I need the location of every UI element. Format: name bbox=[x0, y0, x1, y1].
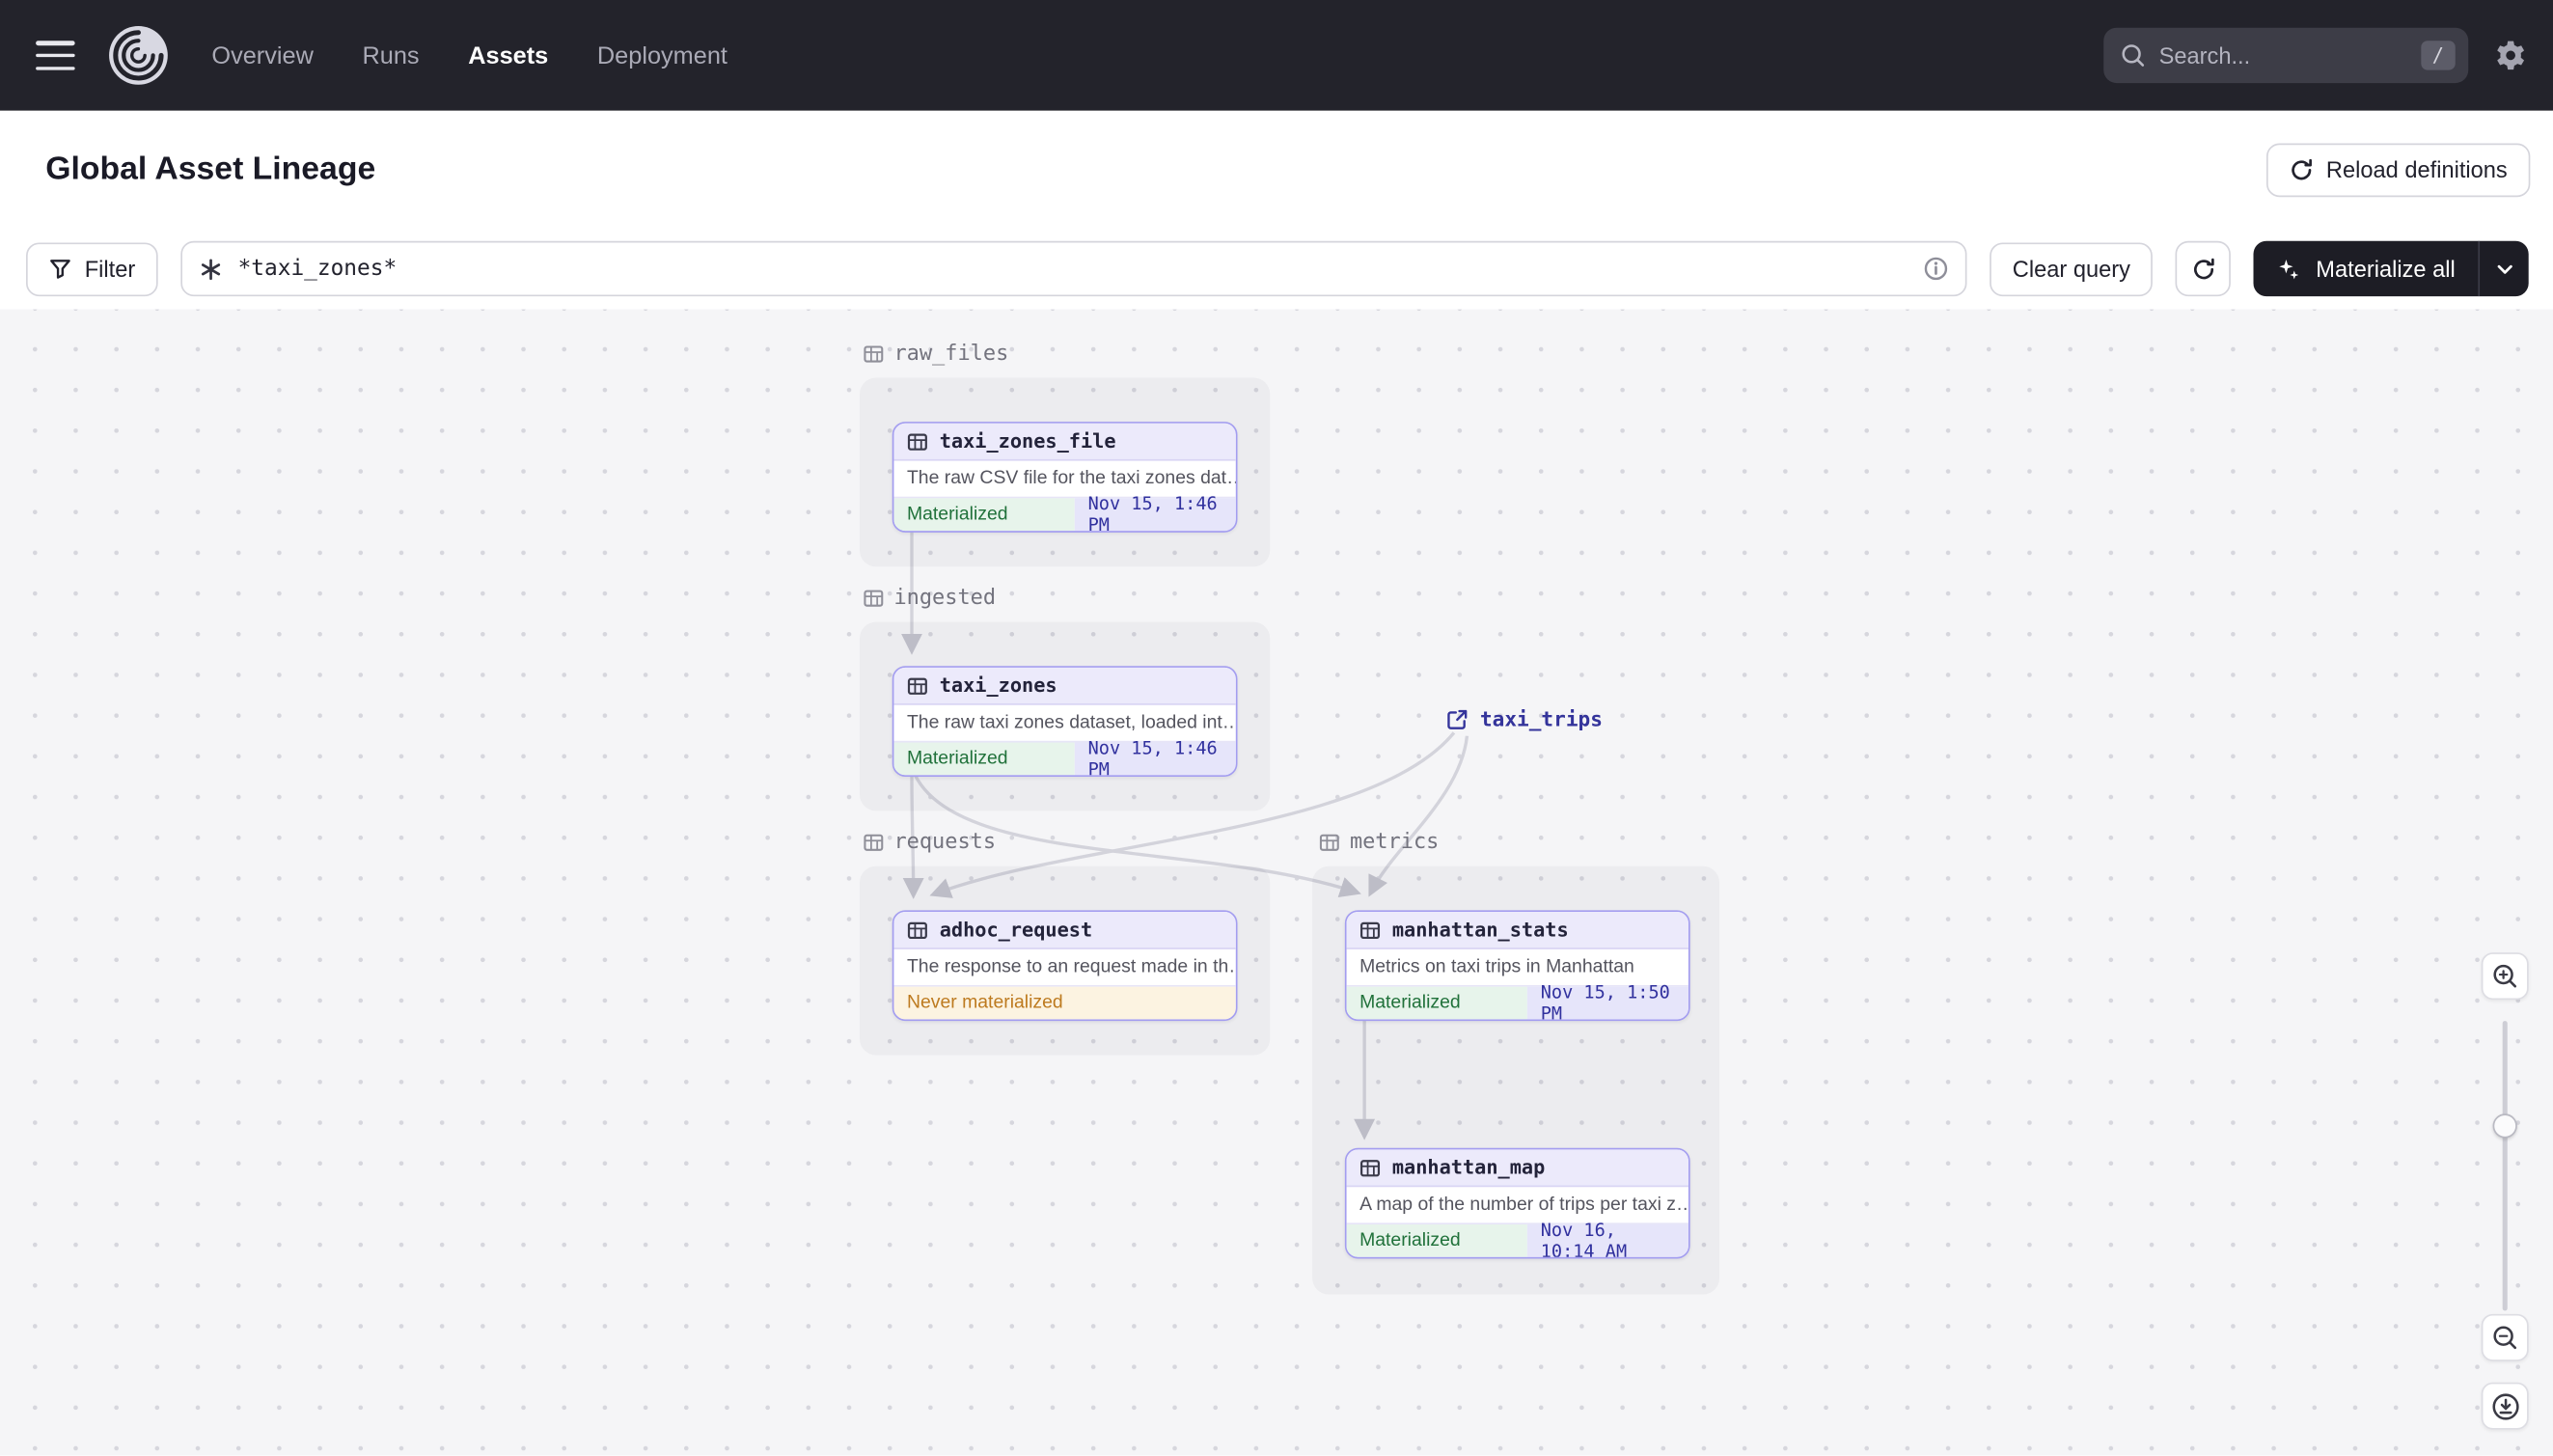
zoom-slider-track[interactable] bbox=[2502, 1021, 2508, 1311]
group-label-ingested: ingested bbox=[863, 587, 996, 611]
asset-description: A map of the number of trips per taxi z… bbox=[1359, 1195, 1688, 1215]
download-icon bbox=[2491, 1392, 2518, 1419]
asset-node-header: manhattan_map bbox=[1346, 1149, 1688, 1188]
materialize-sparkle-icon bbox=[2277, 257, 2301, 281]
zoom-out-button[interactable] bbox=[2481, 1313, 2529, 1361]
dagster-logo[interactable] bbox=[107, 24, 169, 86]
asset-node-manhattan-stats[interactable]: manhattan_stats Metrics on taxi trips in… bbox=[1344, 910, 1690, 1022]
zoom-slider-thumb[interactable] bbox=[2492, 1113, 2517, 1139]
filter-button[interactable]: Filter bbox=[26, 241, 158, 296]
hamburger-menu-icon[interactable] bbox=[36, 41, 75, 70]
asset-node-header: adhoc_request bbox=[893, 912, 1236, 949]
asset-node-taxi-zones[interactable]: taxi_zones The raw taxi zones dataset, l… bbox=[892, 666, 1238, 777]
search-icon bbox=[2120, 42, 2146, 69]
table-icon bbox=[1360, 920, 1381, 939]
lineage-canvas[interactable]: raw_files ingested requests metrics taxi… bbox=[0, 309, 2553, 1456]
materialize-all-button[interactable]: Materialize all bbox=[2254, 241, 2478, 296]
lineage-toolbar: Filter Clear query Materialize all bbox=[0, 228, 2553, 310]
zoom-in-button[interactable] bbox=[2481, 952, 2529, 1001]
status-badge: Materialized bbox=[1346, 1224, 1528, 1257]
asset-name: adhoc_request bbox=[939, 918, 1093, 942]
asset-status-row: Materialized Nov 15, 1:46 PM bbox=[893, 493, 1236, 532]
asset-name: manhattan_map bbox=[1391, 1156, 1546, 1179]
status-badge: Never materialized bbox=[893, 986, 1236, 1020]
asset-description: Metrics on taxi trips in Manhattan bbox=[1359, 957, 1634, 977]
nav-item-assets[interactable]: Assets bbox=[468, 41, 548, 69]
lineage-edges bbox=[901, 531, 1469, 1140]
status-badge: Materialized bbox=[893, 498, 1076, 532]
nav-item-runs[interactable]: Runs bbox=[362, 41, 419, 69]
op-selector-icon bbox=[199, 257, 223, 281]
asset-group-icon bbox=[864, 590, 884, 607]
status-badge: Materialized bbox=[893, 742, 1076, 776]
reload-definitions-label: Reload definitions bbox=[2325, 156, 2508, 182]
app-window: Overview Runs Assets Deployment / Global… bbox=[0, 0, 2553, 1456]
asset-node-header: taxi_zones bbox=[893, 667, 1236, 705]
asset-name: taxi_zones_file bbox=[939, 429, 1116, 453]
materialization-timestamp: Nov 15, 1:50 PM bbox=[1527, 982, 1688, 1020]
refresh-icon bbox=[2193, 257, 2214, 279]
group-label-raw-files: raw_files bbox=[863, 342, 1008, 367]
group-label-metrics: metrics bbox=[1319, 831, 1439, 855]
zoom-out-icon bbox=[2493, 1326, 2517, 1350]
top-navbar: Overview Runs Assets Deployment / bbox=[0, 0, 2553, 111]
reload-definitions-button[interactable]: Reload definitions bbox=[2265, 142, 2531, 197]
chevron-down-icon bbox=[2496, 263, 2512, 273]
asset-node-taxi-zones-file[interactable]: taxi_zones_file The raw CSV file for the… bbox=[892, 422, 1238, 533]
materialization-timestamp: Nov 15, 1:46 PM bbox=[1075, 737, 1236, 776]
asset-group-icon bbox=[864, 345, 884, 363]
asset-selection-query[interactable] bbox=[180, 240, 1967, 297]
asset-description: The raw CSV file for the taxi zones dat… bbox=[906, 469, 1236, 489]
page-header: Global Asset Lineage Reload definitions bbox=[0, 110, 2553, 229]
table-icon bbox=[1360, 1159, 1381, 1176]
asset-name: manhattan_stats bbox=[1391, 918, 1569, 942]
asset-description: The response to an request made in th… bbox=[906, 957, 1236, 977]
asset-node-header: manhattan_stats bbox=[1346, 912, 1688, 949]
page-title: Global Asset Lineage bbox=[45, 151, 376, 187]
asset-status-row: Materialized Nov 15, 1:46 PM bbox=[893, 737, 1236, 776]
asset-name: taxi_trips bbox=[1479, 706, 1603, 731]
materialization-timestamp: Nov 16, 10:14 AM bbox=[1527, 1220, 1688, 1257]
materialize-all-button-group: Materialize all bbox=[2254, 240, 2529, 297]
table-icon bbox=[907, 432, 927, 450]
nav-item-deployment[interactable]: Deployment bbox=[597, 41, 727, 69]
settings-gear-icon[interactable] bbox=[2494, 40, 2527, 72]
asset-node-adhoc-request[interactable]: adhoc_request The response to an request… bbox=[892, 910, 1238, 1022]
clear-query-button[interactable]: Clear query bbox=[1990, 241, 2154, 296]
asset-group-icon bbox=[864, 834, 884, 851]
asset-group-icon bbox=[1319, 834, 1339, 851]
search-input[interactable] bbox=[2158, 41, 2408, 69]
primary-nav: Overview Runs Assets Deployment bbox=[211, 41, 727, 69]
external-asset-taxi-trips[interactable]: taxi_trips bbox=[1446, 706, 1603, 731]
asset-node-header: taxi_zones_file bbox=[893, 423, 1236, 461]
asset-status-row: Materialized Nov 15, 1:50 PM bbox=[1346, 982, 1688, 1020]
global-search[interactable]: / bbox=[2103, 27, 2469, 84]
materialize-all-dropdown[interactable] bbox=[2478, 240, 2528, 297]
refresh-button[interactable] bbox=[2176, 240, 2232, 297]
download-view-button[interactable] bbox=[2481, 1382, 2529, 1430]
query-info-icon[interactable] bbox=[1923, 256, 1949, 282]
table-icon bbox=[907, 676, 927, 695]
filter-funnel-icon bbox=[49, 258, 72, 281]
reload-icon bbox=[2289, 157, 2313, 181]
nav-item-overview[interactable]: Overview bbox=[211, 41, 313, 69]
query-input[interactable] bbox=[237, 255, 1908, 282]
asset-status-row: Materialized Nov 16, 10:14 AM bbox=[1346, 1220, 1688, 1257]
clear-query-label: Clear query bbox=[2012, 255, 2130, 282]
external-link-icon bbox=[1447, 708, 1468, 729]
table-icon bbox=[907, 920, 927, 939]
materialize-all-label: Materialize all bbox=[2316, 255, 2456, 282]
asset-status-row: Never materialized bbox=[893, 984, 1236, 1020]
filter-label: Filter bbox=[84, 255, 136, 282]
search-shortcut-badge: / bbox=[2420, 41, 2456, 70]
materialization-timestamp: Nov 15, 1:46 PM bbox=[1075, 493, 1236, 532]
asset-description: The raw taxi zones dataset, loaded int… bbox=[906, 713, 1236, 733]
dagster-logo-icon bbox=[109, 26, 168, 85]
status-badge: Materialized bbox=[1346, 986, 1528, 1020]
asset-node-manhattan-map[interactable]: manhattan_map A map of the number of tri… bbox=[1344, 1147, 1690, 1259]
zoom-in-icon bbox=[2493, 964, 2517, 988]
group-label-requests: requests bbox=[863, 831, 996, 855]
asset-name: taxi_zones bbox=[939, 673, 1057, 698]
